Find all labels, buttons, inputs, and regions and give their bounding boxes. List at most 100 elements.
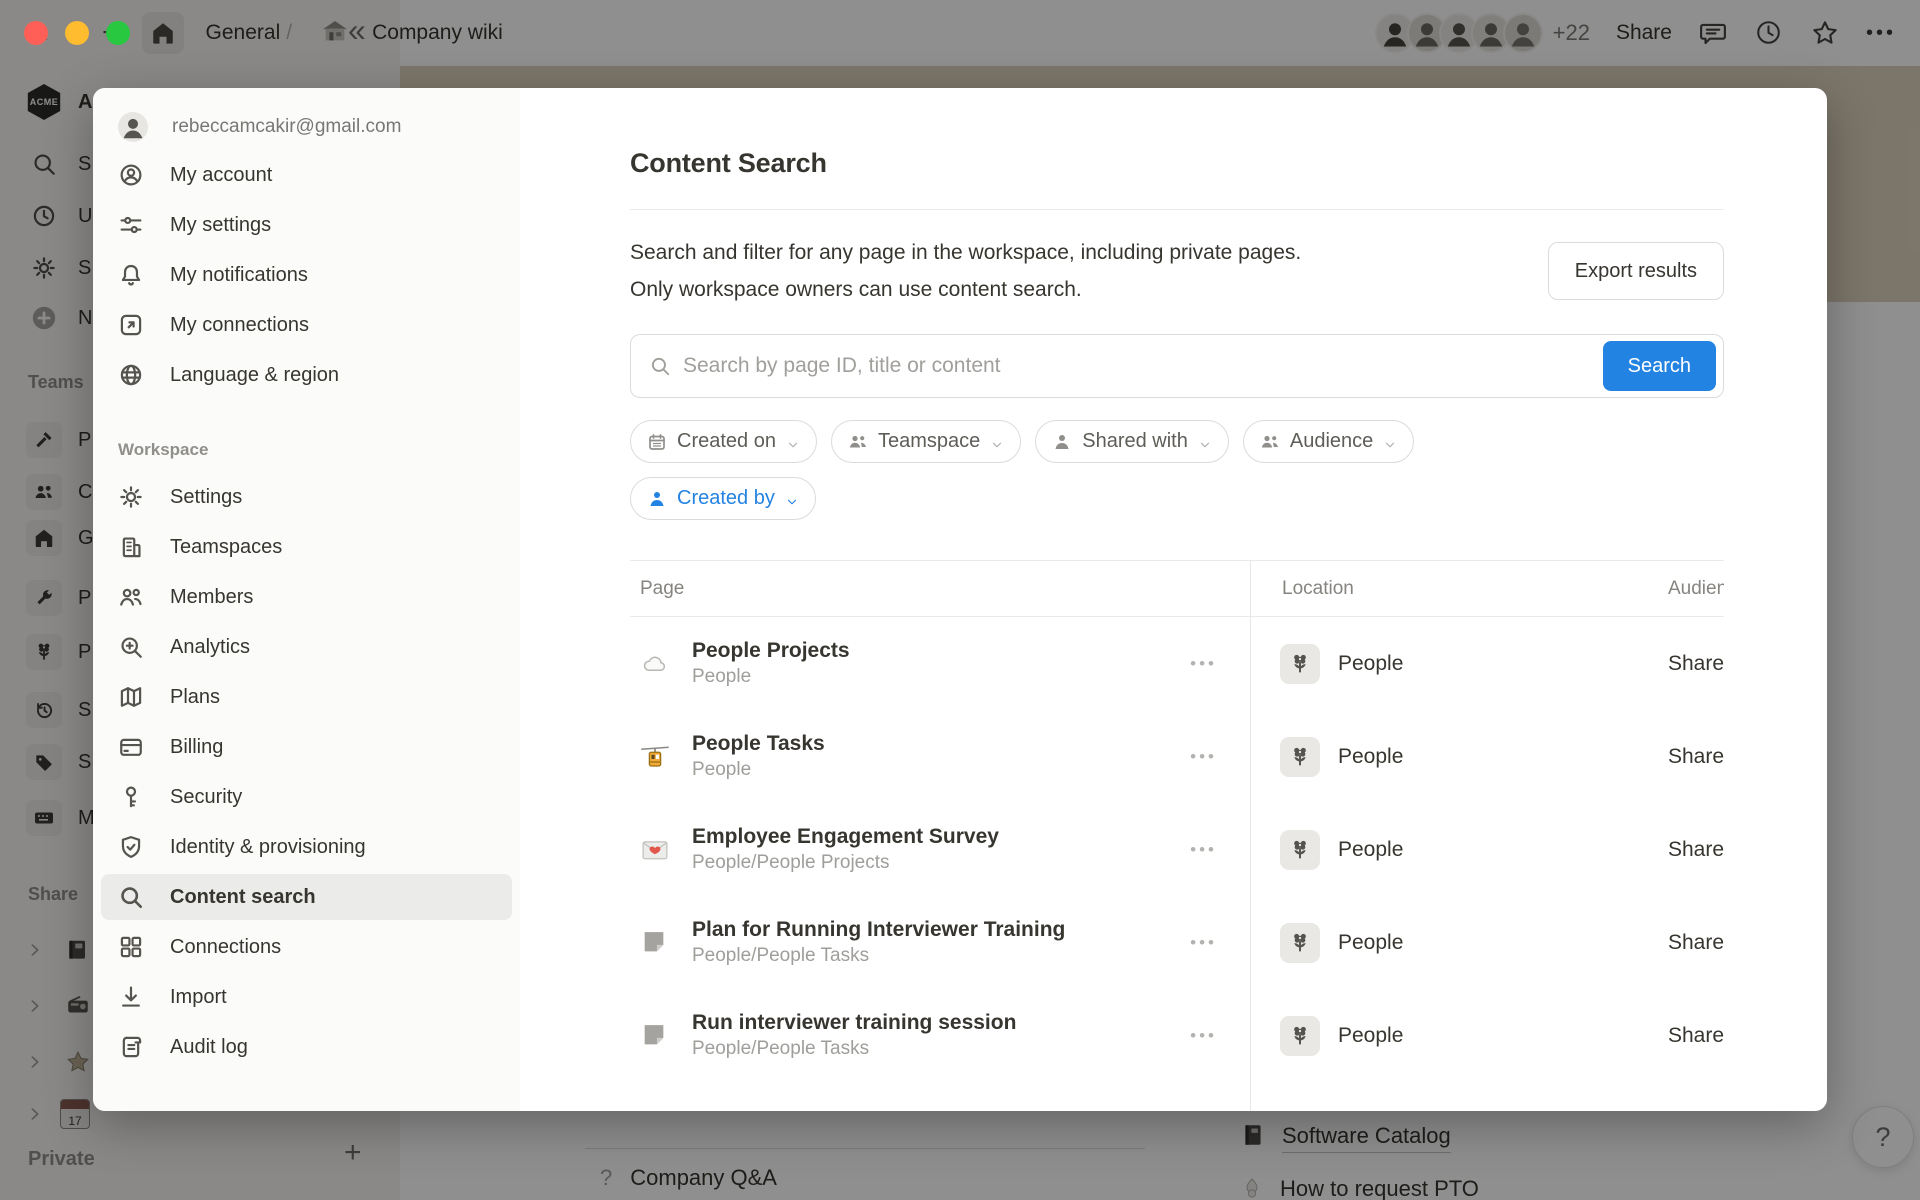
audience-value: Share [1654,931,1724,955]
members-icon [118,584,144,610]
nav-item-language-region[interactable]: Language & region [101,352,512,398]
nav-item-plans[interactable]: Plans [101,674,512,720]
table-row[interactable]: Run interviewer training session People/P… [630,989,1724,1082]
audience-value: Share [1654,838,1724,862]
location-value: People [1338,838,1403,862]
nav-item-teamspaces[interactable]: Teamspaces [101,524,512,570]
teamspace-flower-icon [1280,1016,1320,1056]
table-header: Page Location Audience [630,560,1724,617]
audience-value: Share [1654,745,1724,769]
chevron-down-icon [786,435,800,449]
filter-created-by[interactable]: Created by [630,477,816,520]
building-icon [118,534,144,560]
audit-scroll-icon [118,1034,144,1060]
nav-item-my-notifications[interactable]: My notifications [101,252,512,298]
bell-icon [118,262,144,288]
calendar-icon [647,432,667,452]
table-row[interactable]: People Tasks People ••• People Share [630,710,1724,803]
people-icon [1260,432,1280,452]
column-header-page: Page [630,578,1250,600]
audience-value: Share [1654,652,1724,676]
person-circle-icon [118,162,144,188]
shield-check-icon [118,834,144,860]
description-text: Search and filter for any page in the wo… [630,234,1510,308]
page-title[interactable]: Run interviewer training session [692,1011,1016,1035]
title-divider [630,209,1724,210]
import-arrow-icon [118,984,144,1010]
search-button[interactable]: Search [1603,341,1716,391]
nav-item-members[interactable]: Members [101,574,512,620]
page-path: People/People Tasks [692,1038,1016,1060]
page-title[interactable]: People Tasks [692,732,825,756]
content-search-panel: Content Search Search and filter for any… [520,88,1827,1111]
nav-item-audit-log[interactable]: Audit log [101,1024,512,1070]
nav-item-my-account[interactable]: My account [101,152,512,198]
row-more-icon[interactable]: ••• [1190,840,1217,860]
minimize-window-button[interactable] [65,21,89,45]
page-title[interactable]: People Projects [692,639,850,663]
notion-window: « ACME A S U S N Teams P C [0,0,1920,1200]
person-icon [1052,432,1072,452]
filter-audience[interactable]: Audience [1243,420,1414,463]
nav-item-identity-provisioning[interactable]: Identity & provisioning [101,824,512,870]
column-header-location: Location [1250,578,1654,600]
page-title[interactable]: Employee Engagement Survey [692,825,999,849]
zoom-window-button[interactable] [106,21,130,45]
nav-item-import[interactable]: Import [101,974,512,1020]
results-table: Page Location Audience People ProjectsPe… [630,560,1724,1082]
nav-item-content-search[interactable]: Content search [101,874,512,920]
credit-card-icon [118,734,144,760]
table-row[interactable]: Employee Engagement SurveyPeople/People … [630,803,1724,896]
page-path: People/People Tasks [692,945,1065,967]
chevron-down-icon [1383,435,1397,449]
location-value: People [1338,652,1403,676]
nav-item-my-settings[interactable]: My settings [101,202,512,248]
nav-item-security[interactable]: Security [101,774,512,820]
connections-arrow-icon [118,312,144,338]
people-icon [848,432,868,452]
column-separator [1250,560,1251,1111]
gear-icon [118,484,144,510]
teamspace-flower-icon [1280,737,1320,777]
column-header-audience: Audience [1654,578,1724,600]
settings-nav: rebeccamcakir@gmail.com My account My se… [93,88,520,1111]
nav-item-analytics[interactable]: Analytics [101,624,512,670]
close-window-button[interactable] [24,21,48,45]
chevron-down-icon [1198,435,1212,449]
teamspace-flower-icon [1280,644,1320,684]
account-header: rebeccamcakir@gmail.com [93,102,520,152]
row-more-icon[interactable]: ••• [1190,933,1217,953]
location-value: People [1338,1024,1403,1048]
filter-created-on[interactable]: Created on [630,420,817,463]
row-more-icon[interactable]: ••• [1190,1026,1217,1046]
filter-teamspace[interactable]: Teamspace [831,420,1021,463]
nav-item-my-connections[interactable]: My connections [101,302,512,348]
sliders-icon [118,212,144,238]
export-results-button[interactable]: Export results [1548,242,1724,300]
location-value: People [1338,745,1403,769]
search-input[interactable] [683,354,1591,378]
nav-item-settings[interactable]: Settings [101,474,512,520]
row-more-icon[interactable]: ••• [1190,654,1217,674]
settings-modal: rebeccamcakir@gmail.com My account My se… [93,88,1827,1111]
nav-item-connections[interactable]: Connections [101,924,512,970]
filter-shared-with[interactable]: Shared with [1035,420,1229,463]
table-row[interactable]: Plan for Running Interviewer Training Peo… [630,896,1724,989]
page-path: People [692,666,850,688]
love-letter-emoji-icon [640,835,670,865]
table-row[interactable]: People Projects People ••• People Share [630,617,1724,710]
chevron-down-icon [785,492,799,506]
row-more-icon[interactable]: ••• [1190,747,1217,767]
page-title[interactable]: Plan for Running Interviewer Training [692,918,1065,942]
page-path: People [692,759,825,781]
account-avatar [118,112,148,142]
filter-chips-row2: Created by [630,477,1724,520]
teamspace-flower-icon [1280,830,1320,870]
chevron-down-icon [990,435,1004,449]
search-icon [649,355,671,377]
audience-value: Share [1654,1024,1724,1048]
location-value: People [1338,931,1403,955]
nav-item-billing[interactable]: Billing [101,724,512,770]
cloud-emoji-icon [640,649,670,679]
analytics-icon [118,634,144,660]
